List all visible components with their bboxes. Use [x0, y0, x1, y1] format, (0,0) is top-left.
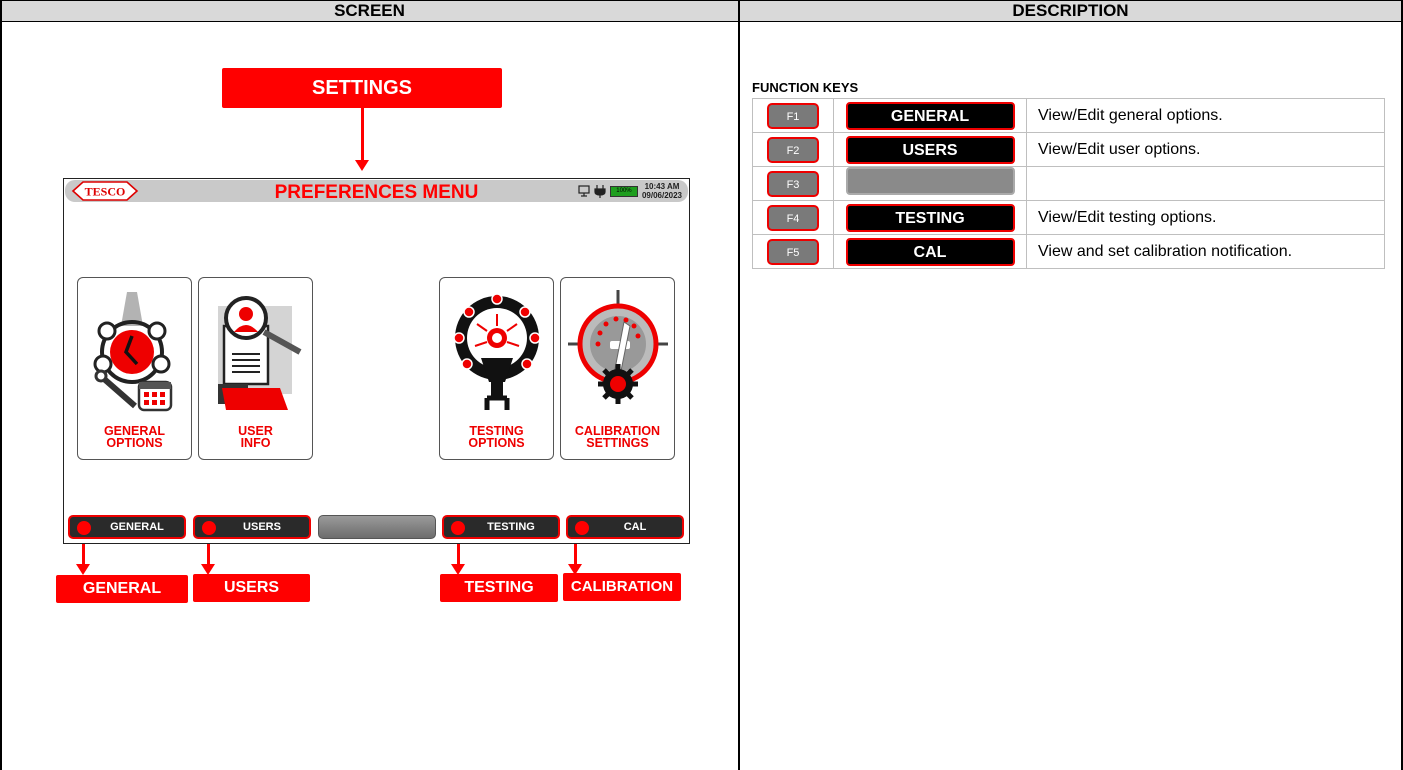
softkey-cal[interactable]: CAL — [566, 515, 684, 539]
tile-label: TESTING OPTIONS — [468, 424, 525, 450]
key-f5[interactable]: F5 — [767, 238, 819, 265]
row-description — [1026, 166, 1385, 201]
softkey-label-cal: CAL — [845, 237, 1015, 266]
table-row: F1 GENERAL View/Edit general options. — [752, 98, 1385, 133]
red-dot-icon — [77, 521, 91, 535]
calibration-arrow — [568, 544, 582, 575]
tile-general-options[interactable]: GENERAL OPTIONS — [77, 277, 192, 460]
general-options-icon — [93, 292, 173, 412]
clock-time: 10:43 AM — [644, 182, 680, 191]
tile-label: USER INFO — [238, 424, 273, 450]
row-description: View and set calibration notification. — [1026, 234, 1385, 269]
network-icon — [578, 185, 590, 197]
row-description: View/Edit user options. — [1026, 132, 1385, 167]
red-dot-icon — [451, 521, 465, 535]
column-divider — [738, 0, 740, 770]
key-f1[interactable]: F1 — [767, 102, 819, 129]
softkey-label-testing: TESTING — [845, 203, 1015, 232]
battery-indicator: 100% — [609, 185, 638, 197]
general-arrow — [76, 544, 90, 575]
tile-calibration-settings[interactable]: CALIBRATION SETTINGS — [560, 277, 675, 460]
description-column-header: DESCRIPTION — [738, 0, 1403, 22]
general-callout: GENERAL — [56, 575, 188, 603]
status-area: 100% 10:43 AM 09/06/2023 — [578, 181, 682, 201]
tile-label: CALIBRATION SETTINGS — [574, 424, 661, 450]
key-f3[interactable]: F3 — [767, 170, 819, 197]
left-border — [0, 0, 2, 770]
softkey-label-general: GENERAL — [845, 101, 1015, 130]
clock-date: 09/06/2023 — [641, 191, 682, 200]
table-row: F3 — [752, 166, 1385, 201]
softkey-blank[interactable] — [318, 515, 436, 539]
users-callout: USERS — [193, 574, 310, 602]
function-keys-table: F1 GENERAL View/Edit general options. F2… — [752, 98, 1385, 269]
red-dot-icon — [575, 521, 589, 535]
row-description: View/Edit general options. — [1026, 98, 1385, 133]
function-keys-title: FUNCTION KEYS — [752, 80, 859, 95]
user-info-icon — [218, 296, 302, 410]
key-f2[interactable]: F2 — [767, 136, 819, 163]
softkey-label-users: USERS — [845, 135, 1015, 164]
settings-callout: SETTINGS — [222, 68, 502, 108]
table-row: F4 TESTING View/Edit testing options. — [752, 200, 1385, 235]
table-row: F5 CAL View and set calibration notifica… — [752, 234, 1385, 269]
testing-callout: TESTING — [440, 574, 558, 602]
softkey-general[interactable]: GENERAL — [68, 515, 186, 539]
red-dot-icon — [202, 521, 216, 535]
softkey-testing[interactable]: TESTING — [442, 515, 560, 539]
calibration-settings-icon — [568, 290, 668, 404]
right-border — [1401, 0, 1403, 770]
users-arrow — [201, 544, 215, 575]
softkey-users[interactable]: USERS — [193, 515, 311, 539]
power-plug-icon — [594, 185, 606, 198]
testing-arrow — [451, 544, 465, 575]
clock: 10:43 AM 09/06/2023 — [642, 182, 682, 200]
table-row: F2 USERS View/Edit user options. — [752, 132, 1385, 167]
calibration-callout: CALIBRATION — [563, 573, 681, 601]
tile-user-info[interactable]: USER INFO — [198, 277, 313, 460]
softkey-label-blank — [845, 167, 1015, 195]
testing-options-icon — [453, 293, 541, 410]
screen-column-header: SCREEN — [0, 0, 739, 22]
row-description: View/Edit testing options. — [1026, 200, 1385, 235]
tile-label: GENERAL OPTIONS — [103, 424, 166, 450]
device-screen: TESCO PREFERENCES MENU 100% 10:43 AM 09/… — [63, 178, 690, 544]
device-title-bar: TESCO PREFERENCES MENU 100% 10:43 AM 09/… — [65, 180, 688, 203]
key-f4[interactable]: F4 — [767, 204, 819, 231]
tile-testing-options[interactable]: TESTING OPTIONS — [439, 277, 554, 460]
manual-page: SCREEN DESCRIPTION SETTINGS TESCO PREFER… — [0, 0, 1403, 770]
settings-arrow — [355, 108, 369, 171]
